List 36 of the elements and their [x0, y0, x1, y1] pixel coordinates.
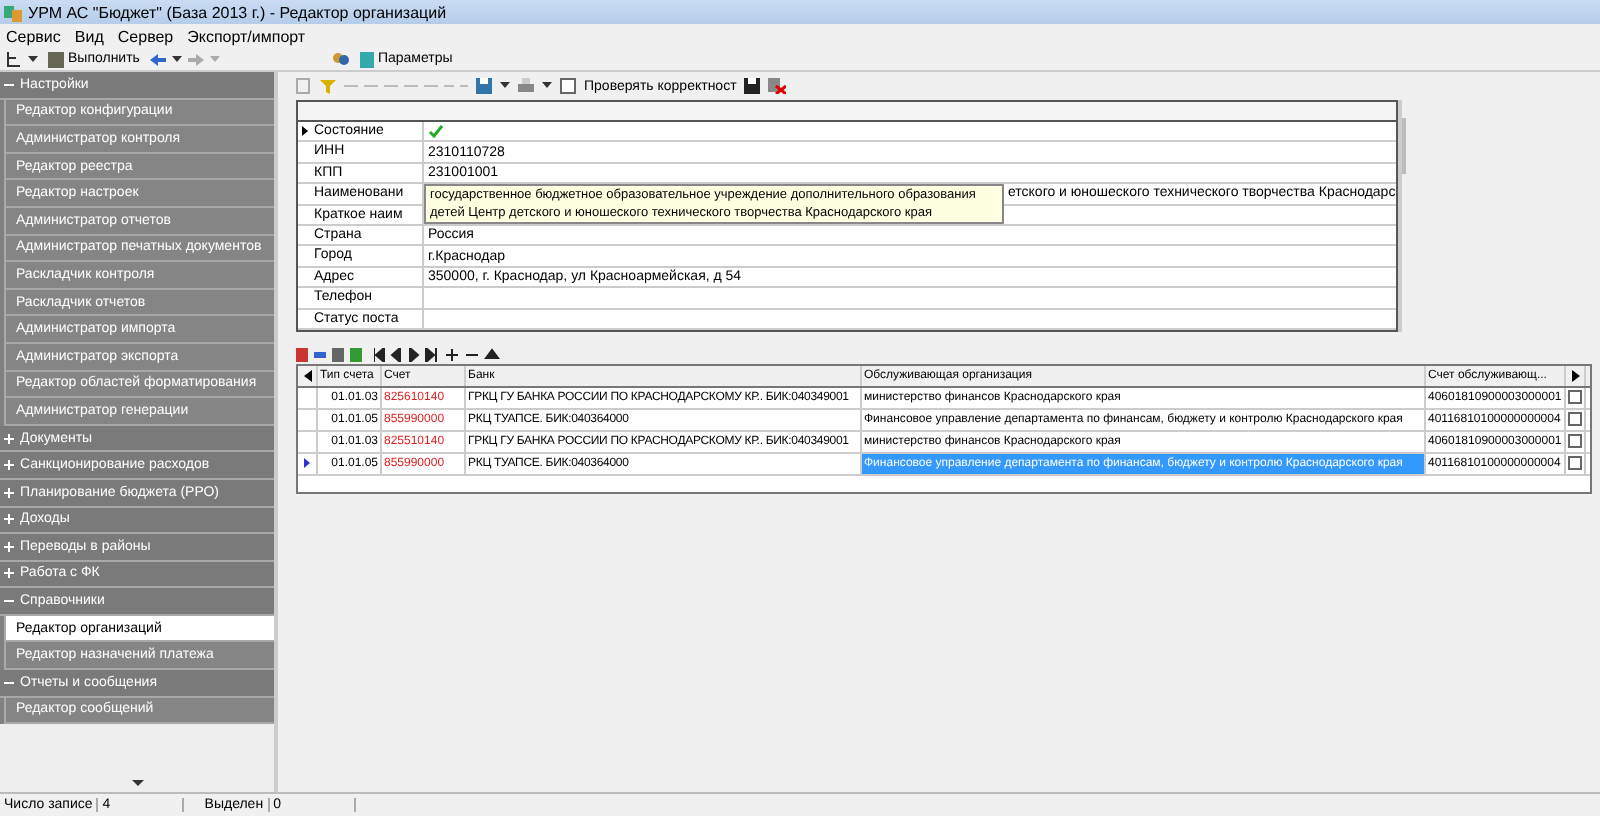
caret-icon[interactable]: [542, 82, 552, 90]
caret-icon[interactable]: [500, 82, 510, 90]
scroll-right-icon[interactable]: [1571, 369, 1579, 382]
app-icon: [4, 3, 22, 21]
expand-icon[interactable]: [4, 541, 14, 552]
print-icon[interactable]: [518, 78, 534, 94]
expand-icon[interactable]: [4, 433, 14, 444]
checkbox[interactable]: [560, 78, 576, 94]
tree-icon[interactable]: [6, 51, 22, 67]
row-checkbox[interactable]: [1568, 456, 1582, 471]
expand-icon[interactable]: [4, 514, 14, 525]
back-arrow-icon[interactable]: [149, 53, 166, 65]
caret-icon[interactable]: [28, 55, 38, 63]
window-title: УРМ АС "Бюджет" (База 2013 г.) - Редактор организаций: [28, 3, 447, 21]
run-icon: [48, 51, 64, 67]
check-icon: [428, 124, 444, 139]
row-checkbox[interactable]: [1568, 390, 1582, 405]
menu-item[interactable]: Сервер: [117, 27, 174, 45]
expand-icon[interactable]: [4, 487, 14, 498]
cancel-icon[interactable]: [768, 78, 787, 94]
save-icon[interactable]: [744, 78, 761, 94]
scroll-down-icon[interactable]: [131, 780, 143, 788]
menu-item[interactable]: Вид: [74, 27, 104, 45]
expand-icon[interactable]: [4, 568, 14, 579]
scrollbar[interactable]: [1397, 100, 1402, 332]
parameters-icon: [359, 51, 374, 67]
caret-icon[interactable]: [171, 55, 182, 63]
menu-item[interactable]: Экспорт/импорт: [187, 27, 306, 45]
row-checkbox[interactable]: [1568, 412, 1582, 427]
scroll-left-icon[interactable]: [303, 369, 311, 382]
row-checkbox[interactable]: [1568, 434, 1582, 449]
table-tools-drawing: [296, 347, 364, 362]
current-row-icon: [304, 458, 310, 469]
people-icon[interactable]: [331, 51, 350, 67]
menu-item[interactable]: Сервис: [6, 27, 61, 45]
expand-icon[interactable]: [4, 460, 14, 471]
